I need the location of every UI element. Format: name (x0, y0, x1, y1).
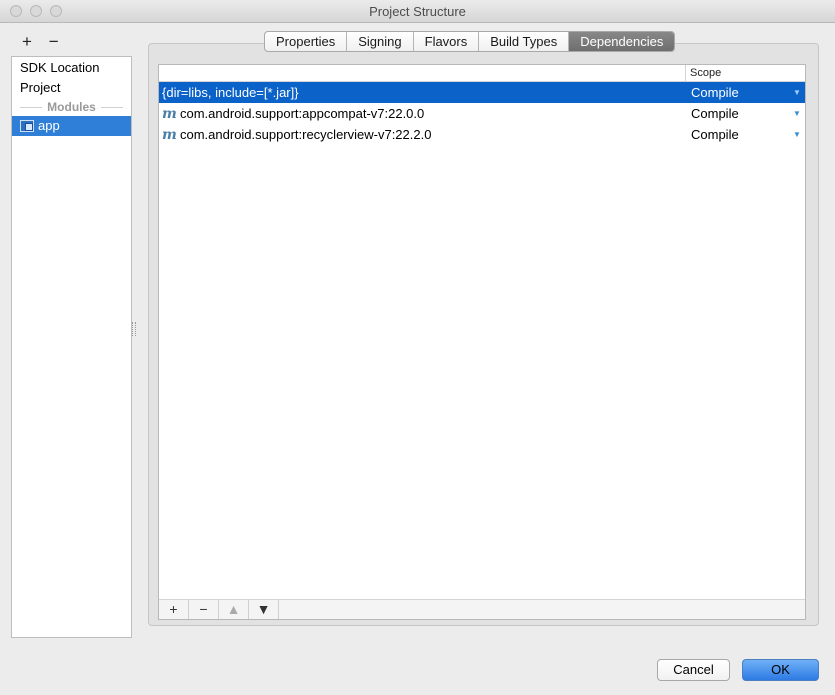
tab-flavors[interactable]: Flavors (414, 32, 480, 51)
scope-value[interactable]: Compile (691, 103, 739, 124)
remove-dependency-button[interactable]: − (189, 600, 219, 619)
sidebar: SDK Location Project Modules app (11, 56, 132, 638)
tab-bar: Properties Signing Flavors Build Types D… (264, 31, 676, 52)
dependency-name: com.android.support:recyclerview-v7:22.2… (180, 127, 432, 142)
add-module-button[interactable]: + (16, 32, 38, 52)
sidebar-item-sdk-location[interactable]: SDK Location (12, 58, 131, 78)
table-header: Scope (159, 65, 805, 82)
scope-column-header[interactable]: Scope (685, 65, 805, 81)
modules-section-label: Modules (44, 100, 99, 114)
modules-section-header: Modules (12, 98, 131, 116)
dependency-cell: m com.android.support:appcompat-v7:22.0.0 (162, 103, 424, 125)
move-up-button[interactable]: ▲ (219, 600, 249, 619)
sidebar-toolbar: + − (16, 32, 65, 52)
move-down-button[interactable]: ▼ (249, 600, 279, 619)
tab-signing[interactable]: Signing (347, 32, 414, 51)
maven-m-icon: m (162, 106, 177, 122)
chevron-down-icon[interactable]: ▼ (793, 82, 801, 103)
title-bar: Project Structure (0, 0, 835, 23)
chevron-down-icon[interactable]: ▼ (793, 124, 801, 145)
maven-m-icon: m (162, 127, 177, 143)
table-row[interactable]: {dir=libs, include=[*.jar]} Compile ▼ (159, 82, 805, 103)
table-row[interactable]: m com.android.support:appcompat-v7:22.0.0… (159, 103, 805, 124)
window-title: Project Structure (369, 4, 466, 19)
project-structure-dialog: Project Structure + − SDK Location Proje… (0, 0, 835, 695)
dependency-name: com.android.support:appcompat-v7:22.0.0 (180, 106, 425, 121)
scope-value[interactable]: Compile (691, 124, 739, 145)
add-dependency-button[interactable]: + (159, 600, 189, 619)
splitter-handle[interactable] (132, 322, 136, 336)
chevron-down-icon[interactable]: ▼ (793, 103, 801, 124)
ok-button[interactable]: OK (742, 659, 819, 681)
tab-dependencies[interactable]: Dependencies (569, 32, 675, 51)
sidebar-item-app[interactable]: app (12, 116, 131, 136)
dependency-name: {dir=libs, include=[*.jar]} (162, 85, 299, 100)
remove-module-button[interactable]: − (43, 32, 65, 52)
module-icon (20, 120, 34, 132)
dependencies-table: Scope {dir=libs, include=[*.jar]} Compil… (158, 64, 806, 620)
table-toolbar: + − ▲ ▼ (159, 599, 805, 619)
scope-value[interactable]: Compile (691, 82, 739, 103)
tab-properties[interactable]: Properties (265, 32, 348, 51)
cancel-button[interactable]: Cancel (657, 659, 730, 681)
table-row[interactable]: m com.android.support:recyclerview-v7:22.… (159, 124, 805, 145)
dependency-cell: m com.android.support:recyclerview-v7:22.… (162, 124, 431, 146)
sidebar-item-project[interactable]: Project (12, 78, 131, 98)
tab-build-types[interactable]: Build Types (479, 32, 570, 51)
sidebar-item-label: app (38, 118, 60, 133)
